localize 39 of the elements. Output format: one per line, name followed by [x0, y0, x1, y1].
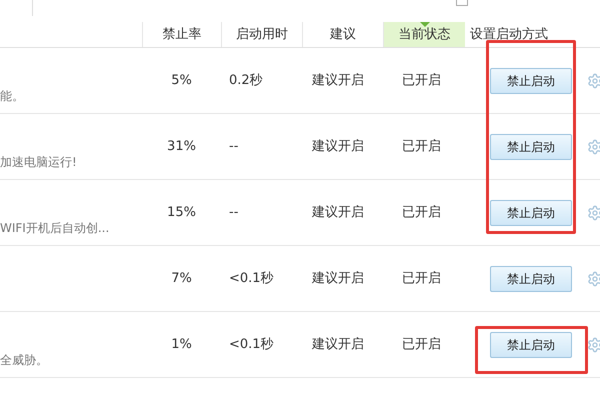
- description-text: 加速电脑运行!: [0, 154, 77, 171]
- column-header[interactable]: 禁止率: [142, 22, 221, 47]
- boot-time-cell-text: --: [229, 138, 238, 156]
- ban-rate-cell-text: 5%: [171, 72, 192, 90]
- advice-cell-text: 建议开启: [312, 270, 364, 288]
- description-text: 能。: [0, 88, 24, 105]
- description-text: 全威胁。: [0, 352, 48, 369]
- settings-icon[interactable]: [587, 204, 600, 220]
- disable-startup-button[interactable]: 禁止启动: [490, 332, 572, 358]
- ban-rate-cell-text: 15%: [167, 204, 196, 222]
- column-header[interactable]: 当前状态: [383, 22, 465, 47]
- disable-startup-button[interactable]: 禁止启动: [490, 134, 572, 160]
- advice-cell-text: 建议开启: [312, 72, 364, 90]
- boot-time-cell-text: 0.2秒: [229, 72, 263, 90]
- settings-icon[interactable]: [587, 138, 600, 154]
- settings-icon[interactable]: [587, 270, 600, 286]
- status-cell-text: 已开启: [402, 270, 441, 288]
- advice-cell-text: 建议开启: [312, 204, 364, 222]
- boot-time-cell-text: <0.1秒: [229, 270, 274, 288]
- advice-cell-text: 建议开启: [312, 336, 364, 354]
- advice-cell-text: 建议开启: [312, 138, 364, 156]
- boot-time-cell-text: <0.1秒: [229, 336, 274, 354]
- description-text: WIFI开机后自动创...: [0, 220, 110, 237]
- status-cell-text: 已开启: [402, 204, 441, 222]
- ban-rate-cell-text: 7%: [171, 270, 192, 288]
- sort-indicator-icon: [420, 22, 430, 27]
- disable-startup-button[interactable]: 禁止启动: [490, 266, 572, 292]
- disable-startup-button[interactable]: 禁止启动: [490, 200, 572, 226]
- boot-time-cell-text: --: [229, 204, 238, 222]
- column-header[interactable]: 设置启动方式: [465, 22, 585, 47]
- ban-rate-cell-text: 1%: [171, 336, 192, 354]
- column-header[interactable]: 启动用时: [221, 22, 302, 47]
- settings-icon[interactable]: [587, 72, 600, 88]
- status-cell-text: 已开启: [402, 336, 441, 354]
- settings-icon[interactable]: [587, 336, 600, 352]
- status-cell-text: 已开启: [402, 138, 441, 156]
- status-cell-text: 已开启: [402, 72, 441, 90]
- disable-startup-button[interactable]: 禁止启动: [490, 68, 572, 94]
- ban-rate-cell-text: 31%: [167, 138, 196, 156]
